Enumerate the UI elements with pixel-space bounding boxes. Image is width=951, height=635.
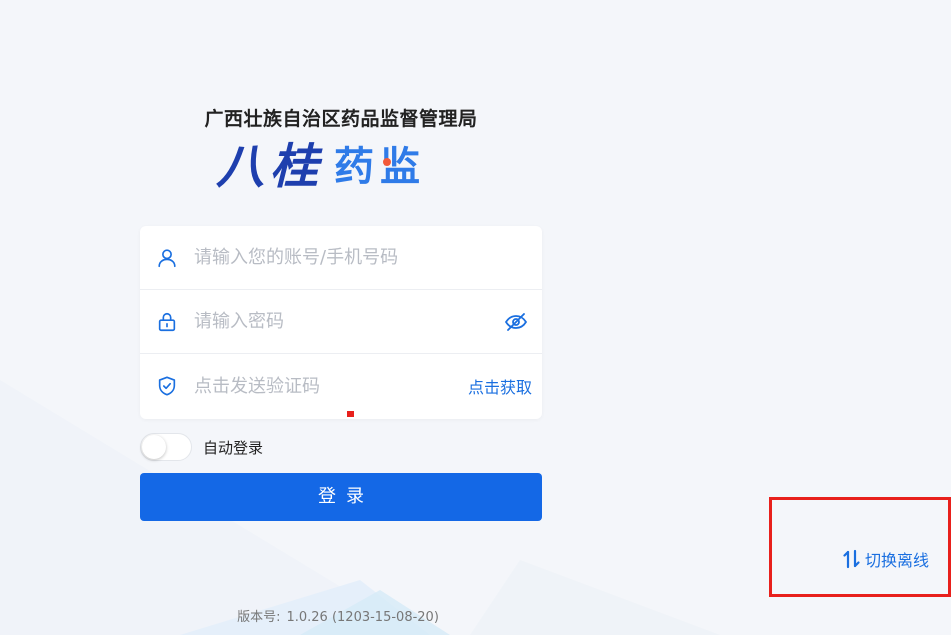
- swap-vertical-icon: [843, 549, 861, 569]
- logo-char-1: 八: [216, 139, 271, 195]
- captcha-input[interactable]: [194, 366, 468, 406]
- auto-login-label: 自动登录: [203, 438, 264, 457]
- captcha-row: 点击获取: [140, 354, 542, 418]
- account-row: [140, 226, 542, 290]
- lock-icon: [155, 310, 179, 334]
- auto-login-toggle[interactable]: [140, 433, 192, 461]
- red-marker: [347, 411, 354, 417]
- account-input[interactable]: [194, 237, 542, 278]
- app-logo: 八 桂 药 监: [216, 136, 468, 202]
- toggle-knob: [142, 435, 166, 459]
- org-title: 广西壮族自治区药品监督管理局: [204, 108, 478, 130]
- logo-accent-dot: [383, 158, 391, 166]
- version-value: 1.0.26 (1203-15-08-20): [286, 610, 439, 625]
- get-code-button[interactable]: 点击获取: [468, 374, 532, 398]
- logo-char-2: 桂: [270, 139, 325, 195]
- switch-offline-label: 切换离线: [865, 551, 930, 570]
- shield-check-icon: [155, 374, 179, 398]
- logo-char-4: 监: [380, 144, 427, 190]
- version-label: 版本号:: [237, 610, 281, 625]
- password-row: [140, 290, 542, 354]
- eye-off-icon[interactable]: [502, 308, 530, 336]
- password-input[interactable]: [194, 301, 502, 342]
- login-button[interactable]: 登录: [140, 473, 542, 521]
- switch-offline-button[interactable]: 切换离线: [843, 548, 929, 570]
- logo-char-3: 药: [334, 144, 381, 190]
- auto-login: 自动登录: [140, 432, 263, 462]
- login-form-card: 点击获取: [140, 226, 542, 419]
- version-info: 版本号: 1.0.26 (1203-15-08-20): [140, 606, 542, 625]
- user-icon: [155, 246, 179, 270]
